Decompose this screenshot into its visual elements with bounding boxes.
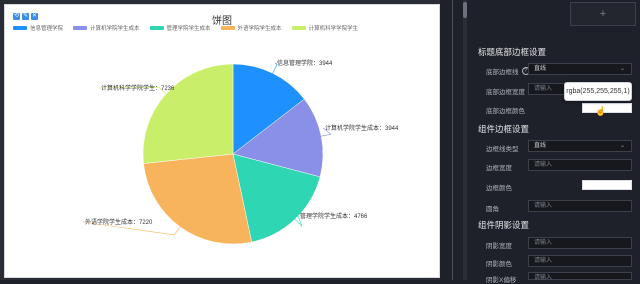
pie-slice-label: 外语学院学生成本：7220 [85, 218, 153, 226]
border-width-input[interactable]: 请输入 [528, 159, 632, 171]
border-radius-input[interactable]: 请输入 [528, 200, 632, 212]
color-value-tooltip: rgba(255,255,255,1) [564, 82, 632, 101]
border-type-label: 边框线类型 [486, 146, 519, 153]
pie-slice[interactable] [143, 153, 252, 245]
pie-slice[interactable] [142, 63, 234, 164]
pie-slice-label: 计算机学院学生成本：3944 [325, 124, 399, 132]
canvas-area: ⟲ ✎ ✕ 饼图 信息管理学院 计算机学院学生成本 管理学院学生成本 外语学院学… [0, 0, 440, 280]
vertical-scrollbar[interactable] [463, 0, 467, 280]
shadow-width-input[interactable]: 请输入 [528, 237, 632, 249]
bottom-border-line-label: 底部边框线? [486, 66, 530, 76]
scrollbar-thumb[interactable] [463, 2, 467, 18]
pie-chart: 信息管理学院：3944 计算机学院学生成本：3944 管理学院学生成本：4766 外语… [82, 59, 399, 245]
pie-slice-label: 管理学院学生成本：4766 [300, 212, 368, 220]
shadow-color-label: 阴影颜色 [486, 261, 512, 268]
image-upload-button[interactable]: + [570, 2, 636, 26]
border-color-picker[interactable] [582, 180, 632, 190]
border-radius-label: 圆角 [486, 206, 499, 213]
border-type-select[interactable]: 直线 ⌄ [528, 140, 632, 152]
properties-panel: + 标题底部边框设置 底部边框线? 直线 ⌄ 底部边框宽度 请输入 底部边框颜色 … [468, 0, 640, 284]
chevron-down-icon: ⌄ [619, 66, 625, 72]
bottom-border-line-select[interactable]: 直线 ⌄ [528, 63, 632, 75]
panel-divider [452, 0, 453, 280]
shadow-color-input[interactable]: 请输入 [528, 255, 632, 267]
bottom-border-color-label: 底部边框颜色 [486, 108, 525, 115]
shadow-width-label: 阴影宽度 [486, 243, 512, 250]
section-title-border: 标题底部边框设置 [478, 47, 547, 57]
section-component-shadow: 组件阴影设置 [478, 220, 530, 230]
shadow-offset-x-label: 阴影X偏移 [486, 277, 517, 284]
plus-icon: + [599, 8, 607, 20]
border-color-label: 边框颜色 [486, 185, 512, 192]
mouse-cursor-icon: ☝ [595, 106, 607, 116]
section-component-border: 组件边框设置 [478, 124, 530, 134]
pie-slice-label: 信息管理学院：3944 [277, 59, 333, 67]
pie-slice-label: 计算机科学学院学生：7236 [101, 84, 175, 92]
chevron-down-icon: ⌄ [619, 143, 625, 149]
shadow-offset-x-input[interactable]: 请输入 [528, 272, 632, 281]
bottom-border-color-picker[interactable] [582, 103, 632, 113]
border-width-label: 边框宽度 [486, 165, 512, 172]
chart-card[interactable]: ⟲ ✎ ✕ 饼图 信息管理学院 计算机学院学生成本 管理学院学生成本 外语学院学… [4, 4, 440, 278]
bottom-border-width-label: 底部边框宽度 [486, 89, 525, 96]
